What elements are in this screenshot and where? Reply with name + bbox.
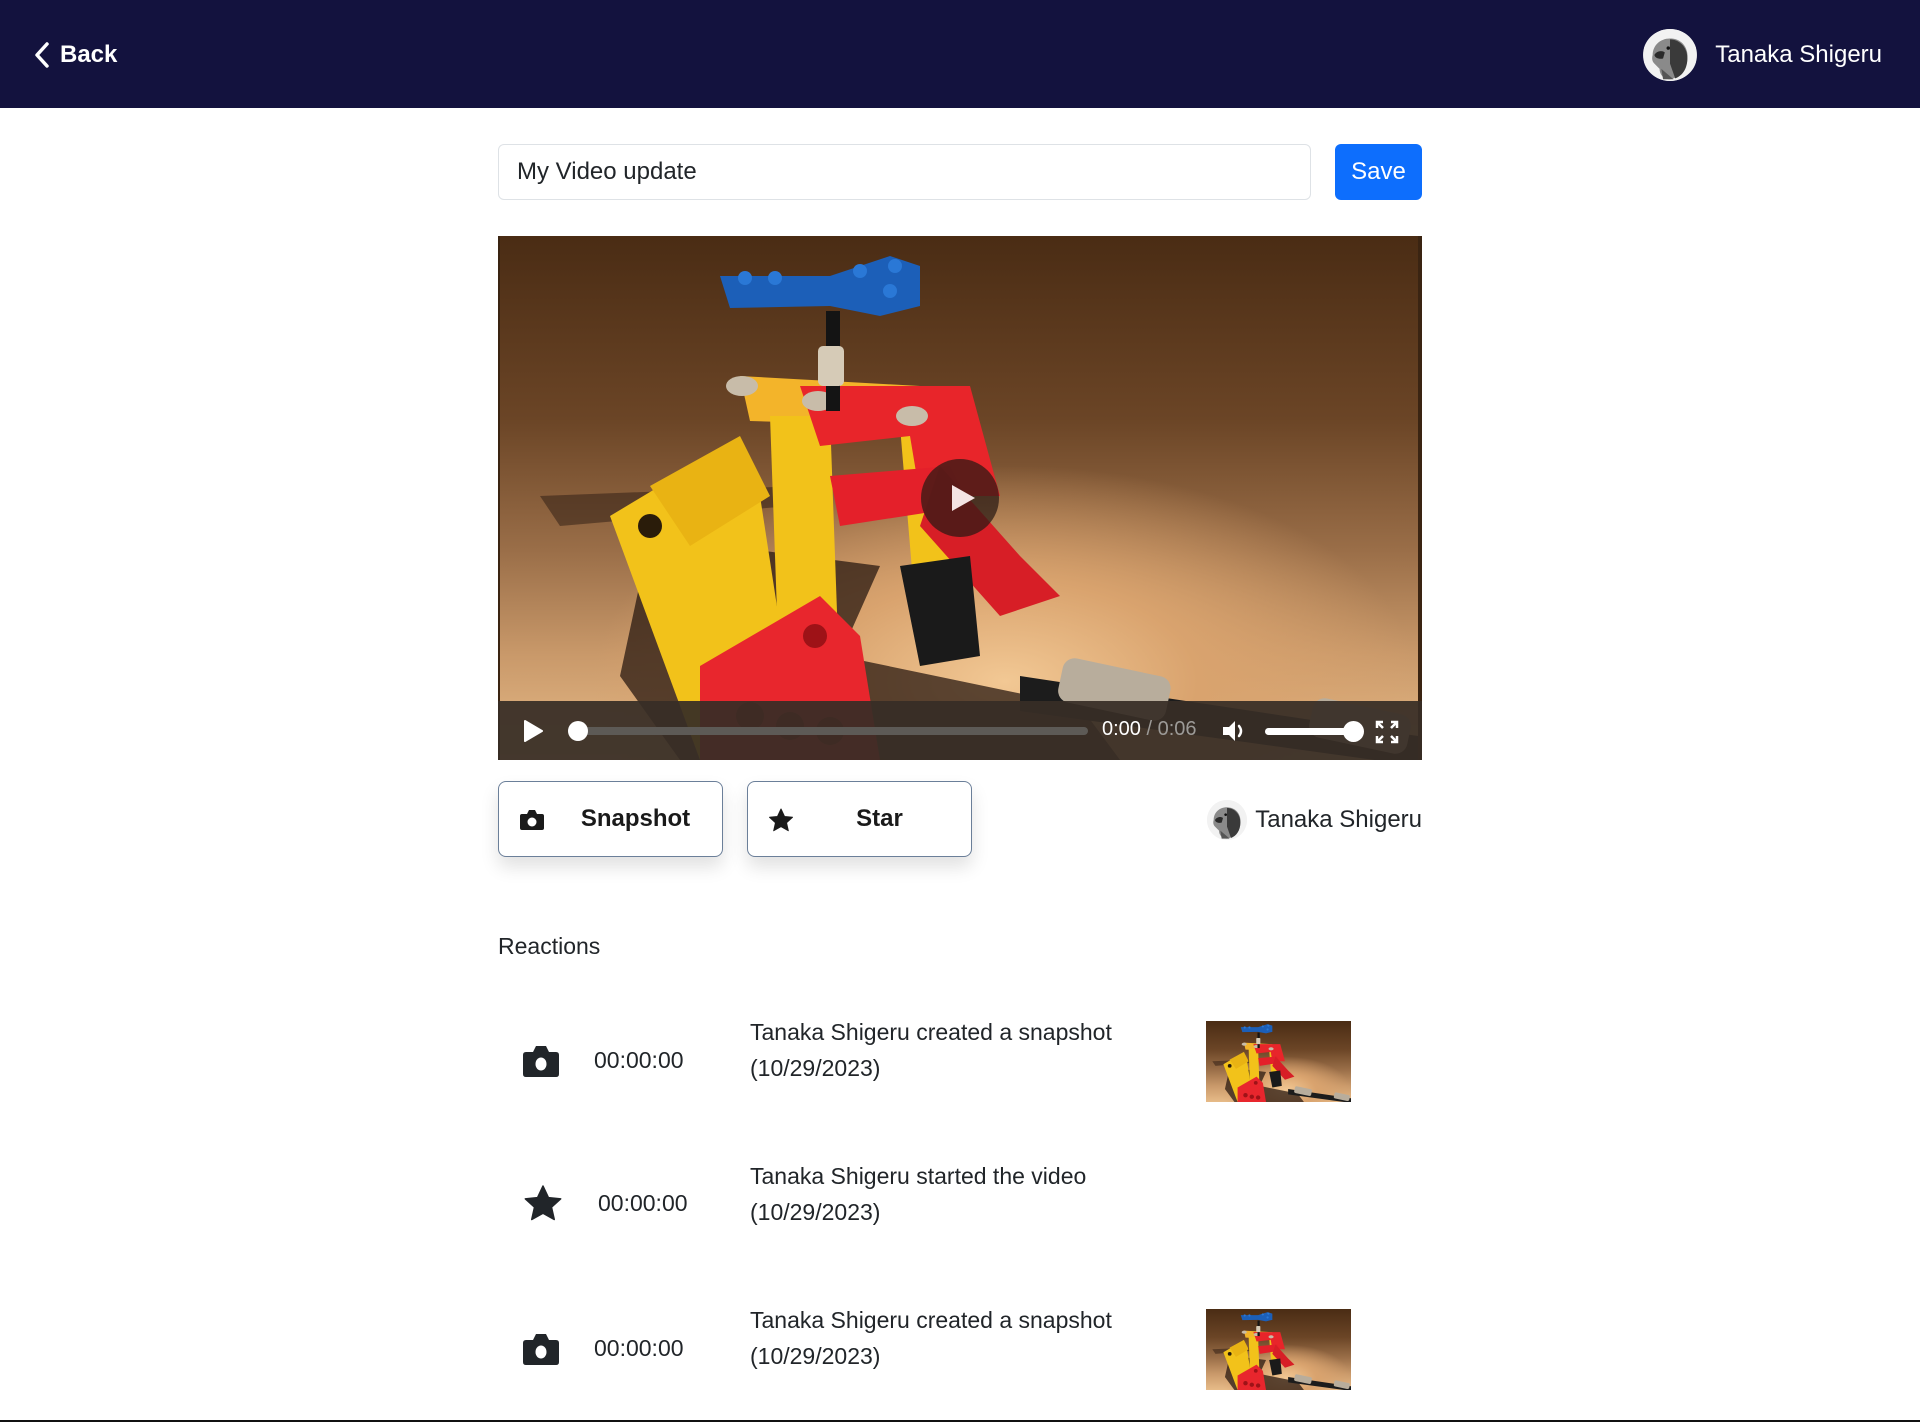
reaction-time: 00:00:00 bbox=[594, 1335, 684, 1361]
big-play-button[interactable] bbox=[921, 459, 999, 537]
reaction-text: Tanaka Shigeru created a snapshot (10/29… bbox=[750, 1307, 1112, 1369]
volume-level bbox=[1265, 728, 1353, 735]
reaction-time: 00:00:00 bbox=[594, 1047, 684, 1073]
user-avatar bbox=[1643, 29, 1698, 81]
reactions-heading: Reactions bbox=[498, 933, 601, 959]
reaction-text: Tanaka Shigeru created a snapshot (10/29… bbox=[750, 1019, 1112, 1081]
snapshot-label: Snapshot bbox=[580, 805, 691, 832]
seek-handle[interactable] bbox=[568, 721, 588, 741]
author-name: Tanaka Shigeru bbox=[1255, 806, 1422, 833]
snapshot-thumbnail[interactable] bbox=[1206, 1309, 1351, 1390]
camera-icon bbox=[523, 1046, 559, 1077]
user-name: Tanaka Shigeru bbox=[1715, 41, 1882, 68]
video-author: Tanaka Shigeru bbox=[1207, 800, 1422, 840]
reaction-item: 00:00:00 Tanaka Shigeru created a snapsh… bbox=[498, 1298, 1422, 1398]
user-menu[interactable]: Tanaka Shigeru bbox=[1643, 29, 1882, 81]
reaction-item: 00:00:00 Tanaka Shigeru created a snapsh… bbox=[498, 1010, 1422, 1110]
current-time: 0:00 bbox=[1102, 718, 1141, 740]
reaction-time: 00:00:00 bbox=[598, 1190, 688, 1216]
back-label: Back bbox=[60, 41, 118, 68]
time-display: 0:00 / 0:06 bbox=[1102, 718, 1197, 741]
time-separator: / bbox=[1146, 718, 1153, 740]
snapshot-thumbnail[interactable] bbox=[1206, 1021, 1351, 1102]
volume-icon[interactable] bbox=[1221, 718, 1249, 744]
volume-slider[interactable] bbox=[1265, 721, 1364, 742]
star-icon bbox=[524, 1185, 562, 1221]
back-button[interactable]: Back bbox=[34, 38, 117, 72]
volume-handle[interactable] bbox=[1343, 721, 1364, 742]
top-navbar: Back Tanaka Shigeru bbox=[0, 0, 1920, 108]
video-controls: 0:00 / 0:06 bbox=[498, 701, 1422, 760]
camera-icon bbox=[523, 1334, 559, 1365]
duration: 0:06 bbox=[1157, 718, 1197, 740]
video-title-input[interactable] bbox=[498, 144, 1311, 200]
reaction-item: 00:00:00 Tanaka Shigeru started the vide… bbox=[498, 1154, 1422, 1254]
reaction-text: Tanaka Shigeru started the video (10/29/… bbox=[750, 1163, 1087, 1225]
star-button[interactable]: Star bbox=[747, 781, 972, 857]
save-button[interactable]: Save bbox=[1335, 144, 1422, 200]
snapshot-button[interactable]: Snapshot bbox=[498, 781, 723, 857]
star-label: Star bbox=[856, 805, 903, 832]
play-icon bbox=[951, 485, 975, 511]
chevron-left-icon bbox=[35, 42, 49, 68]
author-avatar bbox=[1207, 800, 1248, 840]
play-button[interactable] bbox=[522, 720, 544, 742]
fullscreen-icon[interactable] bbox=[1375, 720, 1399, 744]
seek-bar[interactable] bbox=[568, 721, 1088, 741]
